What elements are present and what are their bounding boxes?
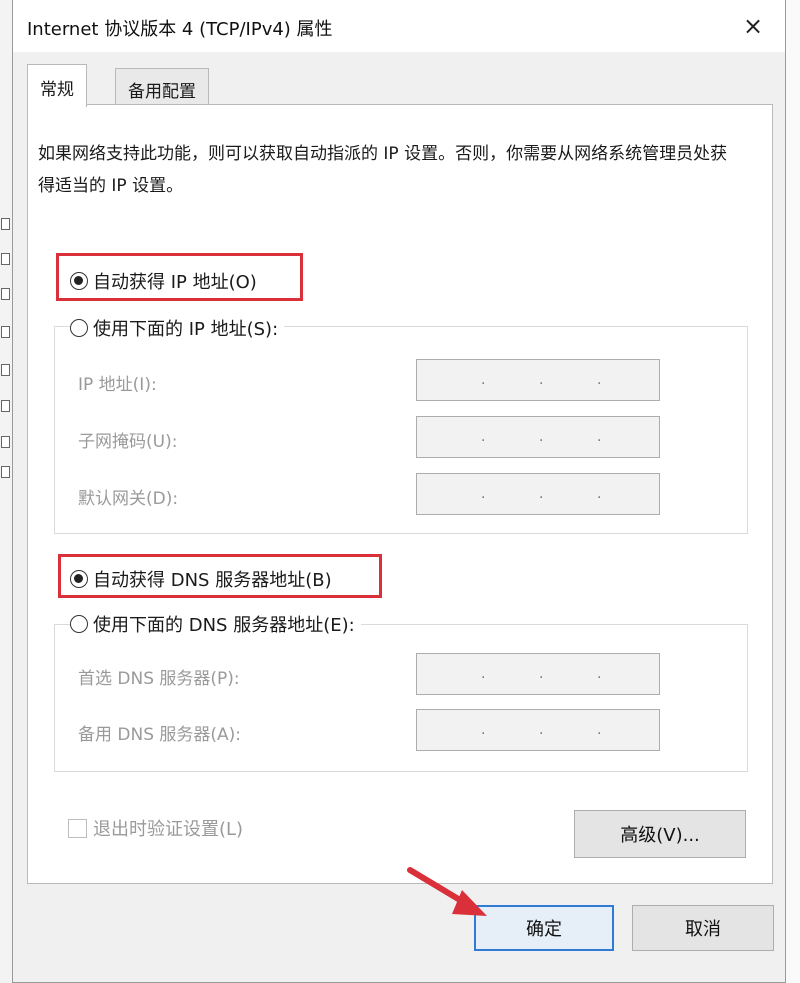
tab-general[interactable]: 常规	[27, 64, 87, 107]
red-arrow-annotation	[407, 867, 487, 916]
